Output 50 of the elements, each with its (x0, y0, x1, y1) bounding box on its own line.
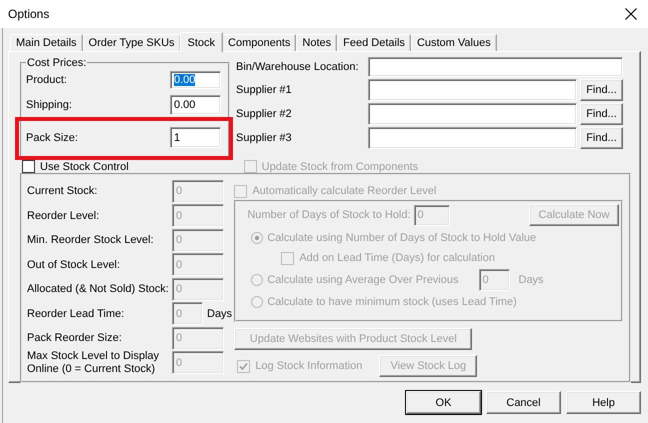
find-button[interactable]: Find... (580, 103, 623, 125)
field-label: Allocated (& Not Sold) Stock: (27, 283, 170, 296)
unit-label: Days (518, 274, 544, 286)
group-title: Cost Prices: (26, 57, 88, 69)
field-label: Reorder Lead Time: (27, 308, 126, 320)
field-label: Bin/Warehouse Location: (236, 61, 360, 73)
tab[interactable]: Stock (180, 32, 224, 52)
find-button[interactable]: Find... (580, 79, 623, 101)
input-field[interactable] (368, 57, 623, 77)
dialog-button[interactable]: Cancel (486, 391, 561, 414)
find-button[interactable]: Find... (580, 127, 623, 149)
radio-label: Calculate to have minimum stock (uses Lead Time) (267, 296, 517, 308)
close-icon[interactable] (625, 8, 637, 20)
dialog-button[interactable]: Help (566, 391, 641, 414)
field-label: Max Stock Level to Display Online (0 = Current Stock) (27, 350, 160, 376)
checkbox-label: Update Stock from Components (262, 160, 418, 172)
tab[interactable]: Components (222, 34, 296, 51)
tab[interactable]: Custom Values (410, 34, 497, 51)
field-label: Pack Reorder Size: (27, 332, 123, 344)
field-label: Number of Days of Stock to Hold: (247, 209, 411, 221)
field-label: Reorder Level: (27, 210, 100, 222)
input-field[interactable] (368, 127, 577, 149)
input-field[interactable]: 0.00 (170, 95, 221, 115)
window-title: Options (8, 7, 50, 21)
field-label: Supplier #2 (236, 108, 293, 120)
field-label: Shipping: (26, 99, 73, 111)
input-field[interactable] (368, 103, 577, 125)
field-label: Supplier #1 (236, 84, 293, 96)
radio-label: Calculate using Average Over Previous (267, 274, 458, 286)
tab[interactable]: Order Type SKUs (82, 34, 181, 51)
field-label: Product: (26, 74, 68, 86)
tab[interactable]: Notes (296, 34, 338, 51)
checkbox-label: Automatically calculate Reorder Level (252, 185, 436, 197)
field-label: Out of Stock Level: (27, 258, 121, 271)
input-field[interactable]: 1 (170, 127, 221, 148)
checkbox[interactable] (22, 160, 35, 173)
input-field[interactable] (368, 79, 577, 101)
tab[interactable]: Feed Details (337, 34, 411, 51)
checkbox-label: Log Stock Information (255, 360, 362, 372)
checkbox-label: Use Stock Control (40, 160, 129, 172)
checkbox-label: Add on Lead Time (Days) for calculation (299, 252, 495, 264)
field-label: Current Stock: (27, 185, 98, 198)
radio-label: Calculate using Number of Days of Stock to Hold Value (267, 232, 536, 244)
field-label: Pack Size: (26, 132, 79, 144)
unit-label: Days (207, 308, 232, 320)
field-label: Min. Reorder Stock Level: (27, 234, 155, 246)
tab[interactable]: Main Details (10, 34, 83, 51)
field-label: Supplier #3 (236, 132, 293, 144)
input-field[interactable]: 0.00 (170, 71, 221, 89)
dialog-button[interactable]: OK (406, 391, 481, 414)
